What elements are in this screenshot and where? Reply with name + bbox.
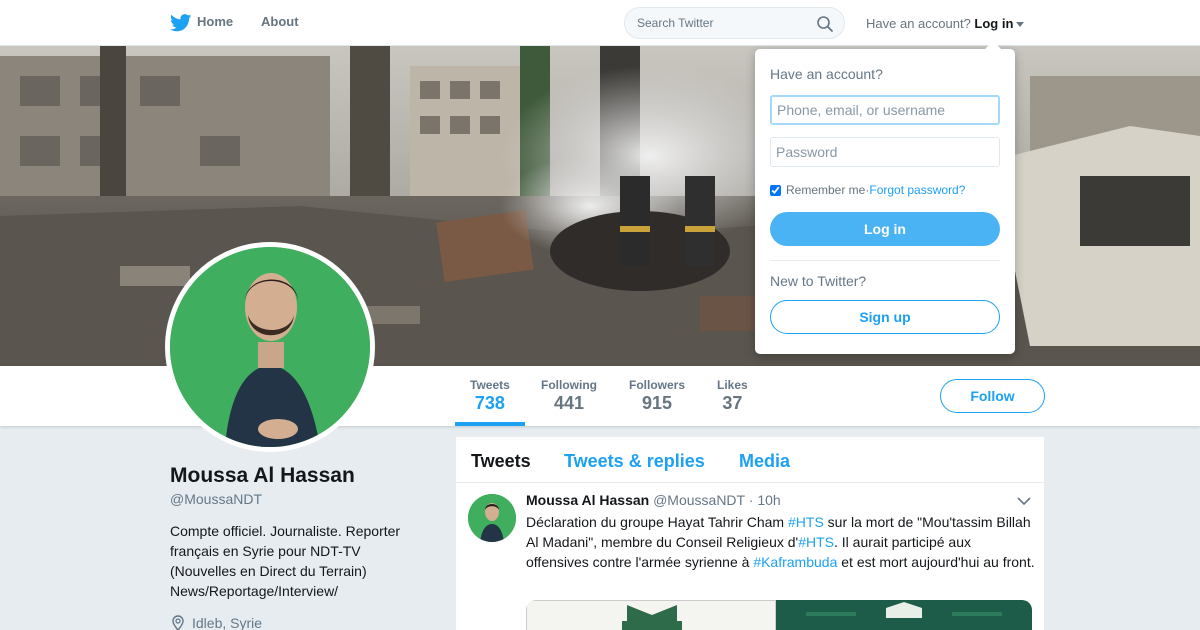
profile-avatar[interactable] — [165, 242, 375, 452]
login-dropdown-toggle[interactable]: Log in — [974, 16, 1025, 31]
tab-media[interactable]: Media — [739, 451, 790, 472]
profile-handle[interactable]: @MoussaNDT — [170, 491, 262, 507]
hts-logo-image — [806, 602, 1002, 618]
timeline-tabs: Tweets Tweets & replies Media — [456, 437, 1044, 483]
tweet-header: Moussa Al Hassan @MoussaNDT · 10h — [526, 492, 781, 508]
remember-me-label[interactable]: Remember me — [786, 183, 865, 197]
stat-followers[interactable]: Followers 915 — [629, 378, 685, 414]
stat-following[interactable]: Following 441 — [541, 378, 597, 414]
tweet-media-image-right[interactable] — [776, 600, 1032, 630]
stat-label: Likes — [717, 378, 748, 392]
nav-home-link[interactable]: Home — [197, 14, 233, 29]
divider — [770, 260, 1000, 261]
location-pin-icon — [172, 615, 184, 630]
tweet-avatar[interactable] — [468, 494, 516, 542]
login-link-label: Log in — [974, 16, 1014, 31]
stat-label: Following — [541, 378, 597, 392]
timeline: Tweets Tweets & replies Media Moussa Al … — [456, 437, 1044, 630]
have-account-text: Have an account? — [866, 16, 971, 31]
stat-label: Followers — [629, 378, 686, 392]
hashtag-link[interactable]: #Kaframbuda — [753, 554, 837, 570]
remember-row: Remember me · Forgot password? — [770, 183, 965, 197]
profile-name[interactable]: Moussa Al Hassan — [170, 464, 355, 488]
tab-tweets-and-replies[interactable]: Tweets & replies — [564, 451, 705, 472]
search-box — [624, 7, 845, 39]
top-navigation-bar: Home About Have an account? Log in — [0, 0, 1200, 46]
chevron-down-icon[interactable] — [1016, 496, 1032, 506]
follow-button[interactable]: Follow — [940, 379, 1045, 413]
new-to-twitter-text: New to Twitter? — [770, 273, 867, 289]
tab-tweets[interactable]: Tweets — [471, 451, 531, 472]
stat-value: 37 — [722, 393, 743, 413]
twitter-bird-icon[interactable] — [170, 14, 192, 32]
hashtag-link[interactable]: #HTS — [788, 514, 824, 530]
tweet-author-handle[interactable]: @MoussaNDT — [653, 492, 745, 508]
stat-value: 915 — [641, 393, 673, 413]
forgot-password-link[interactable]: Forgot password? — [869, 183, 965, 197]
tweet-text-part: Déclaration du groupe Hayat Tahrir Cham — [526, 514, 788, 530]
remember-me-checkbox[interactable] — [770, 184, 781, 196]
avatar-portrait — [170, 247, 370, 447]
profile-location: Idleb, Syrie — [170, 615, 262, 630]
signup-button[interactable]: Sign up — [770, 300, 1000, 334]
dropdown-title: Have an account? — [770, 66, 883, 82]
tweet-media[interactable] — [526, 600, 1032, 630]
search-icon[interactable] — [816, 15, 834, 33]
hts-logo-image — [622, 605, 682, 630]
tweet-time-separator: · — [744, 492, 758, 508]
username-field[interactable] — [770, 95, 1000, 125]
stat-value: 441 — [553, 393, 585, 413]
tweet-author-name[interactable]: Moussa Al Hassan — [526, 492, 649, 508]
caret-down-icon — [1016, 22, 1025, 28]
profile-bio: Compte officiel. Journaliste. Reporter f… — [170, 523, 401, 599]
tweet-media-image-left[interactable] — [526, 600, 776, 630]
tweet-timestamp[interactable]: 10h — [757, 492, 780, 508]
stat-label: Tweets — [470, 378, 510, 392]
tweet-avatar-portrait — [468, 494, 516, 542]
hashtag-link[interactable]: #HTS — [798, 534, 834, 550]
tweet-text-part: et est mort aujourd'hui au front. — [837, 554, 1035, 570]
password-field[interactable] — [770, 137, 1000, 167]
location-text: Idleb, Syrie — [192, 615, 263, 630]
search-input[interactable] — [637, 16, 807, 30]
login-button[interactable]: Log in — [770, 212, 1000, 246]
tweet-text: Déclaration du groupe Hayat Tahrir Cham … — [526, 512, 1036, 572]
account-area: Have an account? Log in — [866, 16, 1025, 31]
stat-likes[interactable]: Likes 37 — [717, 378, 748, 414]
nav-about-link[interactable]: About — [261, 14, 299, 29]
stat-value: 738 — [474, 393, 505, 413]
stat-tweets[interactable]: Tweets 738 — [455, 378, 525, 426]
login-dropdown: Have an account? Remember me · Forgot pa… — [755, 41, 1015, 354]
